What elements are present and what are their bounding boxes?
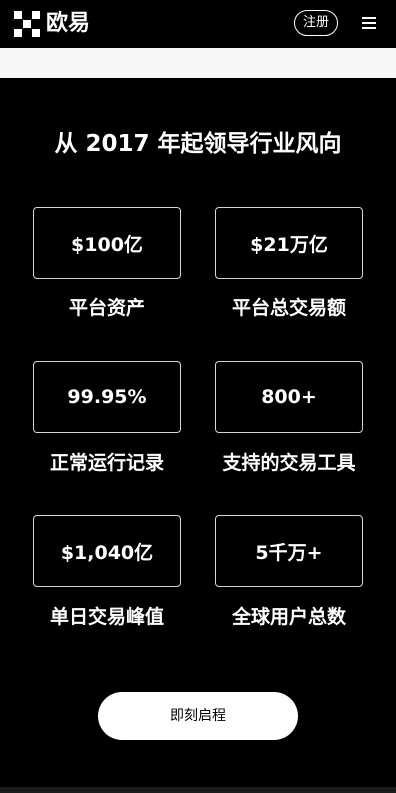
bottom-divider	[0, 787, 396, 793]
stat-value-box: $100亿	[33, 207, 181, 279]
section-title: 从 2017 年起领导行业风向	[54, 131, 342, 157]
logo[interactable]: 欧易	[14, 11, 90, 37]
stat-value-box: $21万亿	[215, 207, 363, 279]
stat-label: 正常运行记录	[49, 452, 164, 474]
stat-label: 单日交易峰值	[49, 606, 164, 628]
signup-button[interactable]: 注册	[294, 10, 338, 36]
stat-value-box: 800+	[215, 361, 363, 433]
stat-label: 支持的交易工具	[222, 452, 356, 474]
hamburger-menu-icon[interactable]	[362, 16, 376, 30]
stat-label: 平台总交易额	[231, 297, 346, 319]
stat-value-box: 5千万+	[215, 515, 363, 587]
stat-label: 全球用户总数	[231, 606, 346, 628]
stat-value-box: 99.95%	[33, 361, 181, 433]
brand-name: 欧易	[46, 11, 91, 36]
top-header: 欧易 注册	[0, 0, 396, 48]
okx-logo-icon	[14, 11, 40, 37]
banner-strip	[0, 48, 396, 78]
get-started-button[interactable]: 即刻启程	[98, 692, 298, 740]
stat-label: 平台资产	[68, 297, 145, 319]
stat-value-box: $1,040亿	[33, 515, 181, 587]
